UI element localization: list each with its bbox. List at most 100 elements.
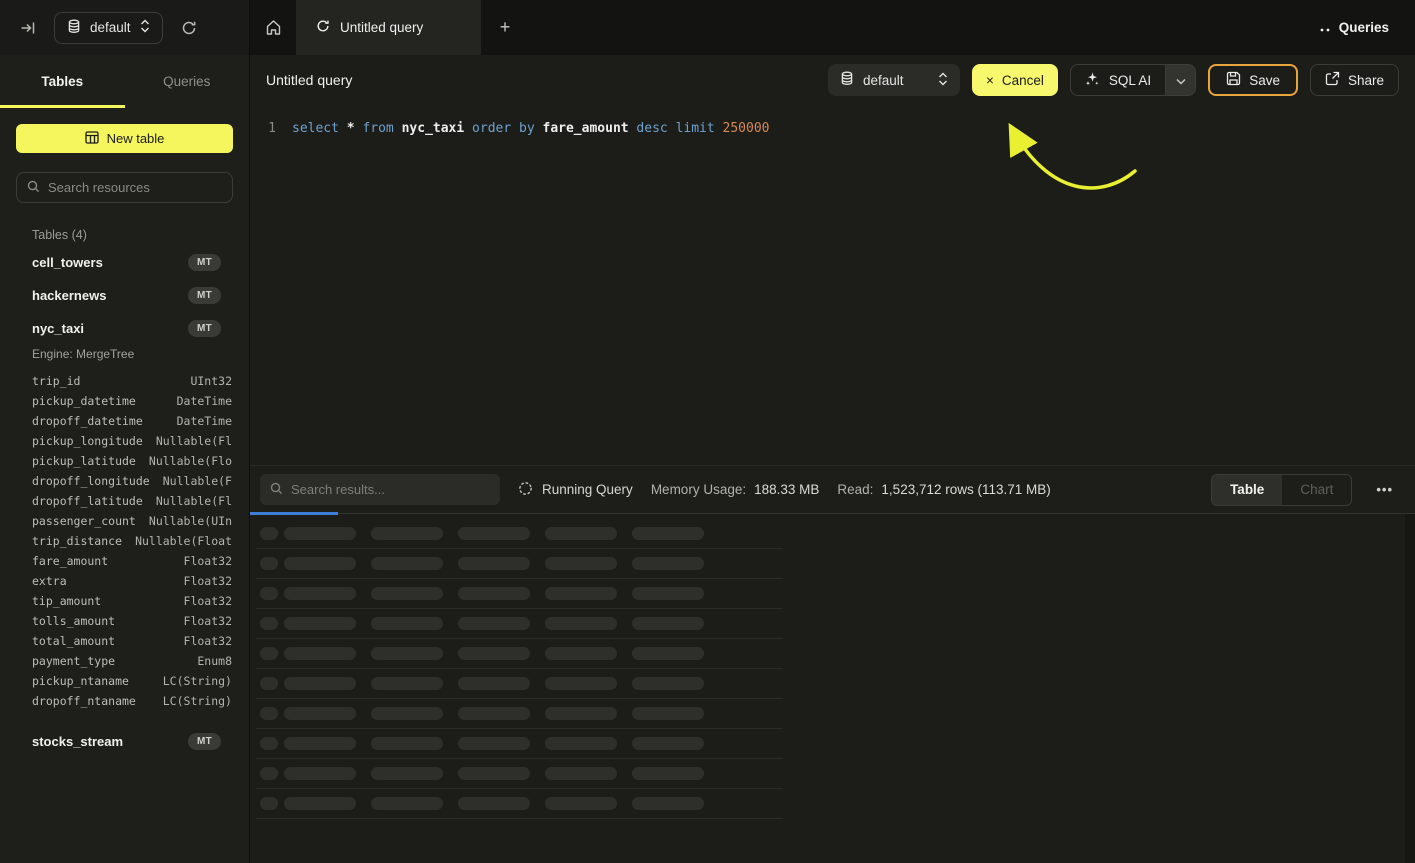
column-type: Float32 xyxy=(184,634,232,648)
column-row[interactable]: tip_amountFloat32 xyxy=(32,591,233,611)
column-row[interactable]: pickup_ntanameLC(String) xyxy=(32,671,233,691)
column-name: payment_type xyxy=(32,654,115,668)
results-more-menu[interactable]: ••• xyxy=(1370,478,1399,501)
home-icon[interactable] xyxy=(250,0,296,55)
search-resources-input[interactable] xyxy=(48,180,224,195)
new-table-button[interactable]: New table xyxy=(16,124,233,153)
column-row[interactable]: dropoff_ntanameLC(String) xyxy=(32,691,233,711)
skeleton-cell xyxy=(284,527,356,540)
skeleton-cell xyxy=(545,587,617,600)
save-button[interactable]: Save xyxy=(1208,64,1298,96)
sql-token: select xyxy=(292,121,339,136)
skeleton-cell xyxy=(458,737,530,750)
column-row[interactable]: extraFloat32 xyxy=(32,571,233,591)
column-type: Float32 xyxy=(184,614,232,628)
skeleton-row xyxy=(256,549,783,579)
column-row[interactable]: dropoff_longitudeNullable(F xyxy=(32,471,233,491)
column-row[interactable]: dropoff_datetimeDateTime xyxy=(32,411,233,431)
column-row[interactable]: passenger_countNullable(UIn xyxy=(32,511,233,531)
skeleton-cell xyxy=(371,527,443,540)
skeleton-cell xyxy=(371,587,443,600)
new-tab-plus-icon[interactable]: + xyxy=(481,0,529,55)
refresh-icon[interactable] xyxy=(175,14,203,42)
column-row[interactable]: total_amountFloat32 xyxy=(32,631,233,651)
table-item-cell_towers[interactable]: cell_towersMT xyxy=(32,246,233,279)
column-name: pickup_ntaname xyxy=(32,674,129,688)
collapse-sidebar-icon[interactable] xyxy=(14,14,42,42)
column-row[interactable]: payment_typeEnum8 xyxy=(32,651,233,671)
column-row[interactable]: trip_idUInt32 xyxy=(32,371,233,391)
table-item-stocks_stream[interactable]: stocks_streamMT xyxy=(32,725,233,758)
column-name: pickup_datetime xyxy=(32,394,136,408)
search-results-input[interactable] xyxy=(291,482,490,497)
skeleton-cell xyxy=(632,527,704,540)
tab-untitled-query[interactable]: Untitled query xyxy=(296,0,481,55)
column-name: tolls_amount xyxy=(32,614,115,628)
column-row[interactable]: trip_distance Nullable(Float xyxy=(32,531,233,551)
skeleton-cell xyxy=(260,557,278,570)
column-name: trip_distance xyxy=(32,534,122,548)
skeleton-cell xyxy=(284,767,356,780)
table-item-nyc_taxi[interactable]: nyc_taxi MT xyxy=(32,312,233,345)
skeleton-row xyxy=(256,669,783,699)
column-row[interactable]: pickup_datetime DateTime xyxy=(32,391,233,411)
engine-badge: MT xyxy=(188,320,221,337)
editor-database-selector[interactable]: default xyxy=(828,64,960,96)
column-type: Float32 xyxy=(184,574,232,588)
skeleton-cell xyxy=(371,647,443,660)
search-icon xyxy=(270,482,283,498)
share-button[interactable]: Share xyxy=(1310,64,1399,96)
results-search xyxy=(260,474,500,505)
skeleton-cell xyxy=(632,797,704,810)
vertical-scrollbar[interactable] xyxy=(1405,514,1415,863)
tab-tables[interactable]: Tables xyxy=(0,55,125,108)
column-name: fare_amount xyxy=(32,554,108,568)
column-row[interactable]: dropoff_latitudeNullable(Fl xyxy=(32,491,233,511)
toggle-table[interactable]: Table xyxy=(1212,475,1282,505)
read-label: Read: xyxy=(837,482,873,497)
table-item-hackernews[interactable]: hackernewsMT xyxy=(32,279,233,312)
column-row[interactable]: pickup_latitudeNullable(Flo xyxy=(32,451,233,471)
column-type: DateTime xyxy=(177,394,232,408)
column-row[interactable]: tolls_amount Float32 xyxy=(32,611,233,631)
cancel-button[interactable]: × Cancel xyxy=(972,64,1058,96)
table-name: nyc_taxi xyxy=(32,321,84,336)
tab-queries[interactable]: Queries xyxy=(125,55,250,108)
skeleton-row xyxy=(256,699,783,729)
skeleton-cell xyxy=(284,647,356,660)
column-type: Nullable(F xyxy=(163,474,232,488)
skeleton-cell xyxy=(260,707,278,720)
column-row[interactable]: pickup_longitudeNullable(Fl xyxy=(32,431,233,451)
main-row: Tables Queries New table Tables (4) xyxy=(0,55,1415,863)
sql-ai-button[interactable]: SQL AI xyxy=(1071,65,1165,95)
sql-editor[interactable]: 1 select * from nyc_taxi order by fare_a… xyxy=(250,105,1415,465)
skeleton-cell xyxy=(371,707,443,720)
database-selector[interactable]: default xyxy=(54,12,163,44)
column-type: Nullable(Float xyxy=(135,534,232,548)
table-engine: Engine: MergeTree xyxy=(32,347,233,361)
skeleton-cell xyxy=(632,647,704,660)
skeleton-row xyxy=(256,519,783,549)
skeleton-cell xyxy=(632,677,704,690)
column-row[interactable]: fare_amountFloat32 xyxy=(32,551,233,571)
queries-menu-button[interactable]: Queries xyxy=(1294,0,1415,55)
sql-token: limit xyxy=(676,121,715,136)
resource-search xyxy=(16,172,233,203)
column-type: LC(String) xyxy=(163,694,232,708)
query-progress-bar xyxy=(250,512,338,515)
column-name: trip_id xyxy=(32,374,80,388)
table-name: cell_towers xyxy=(32,255,103,270)
skeleton-cell xyxy=(371,617,443,630)
sql-ai-dropdown-button[interactable] xyxy=(1165,65,1195,95)
toggle-chart[interactable]: Chart xyxy=(1282,475,1351,505)
top-bar: default Untitled query + xyxy=(0,0,1415,55)
save-label: Save xyxy=(1249,73,1280,88)
sql-token: 250000 xyxy=(723,121,770,136)
memory-usage-value: 188.33 MB xyxy=(754,482,819,497)
sql-ai-label: SQL AI xyxy=(1109,73,1151,88)
results-table xyxy=(250,514,1415,863)
sql-token: * xyxy=(347,121,355,136)
skeleton-cell xyxy=(545,647,617,660)
skeleton-row xyxy=(256,759,783,789)
skeleton-cell xyxy=(284,797,356,810)
